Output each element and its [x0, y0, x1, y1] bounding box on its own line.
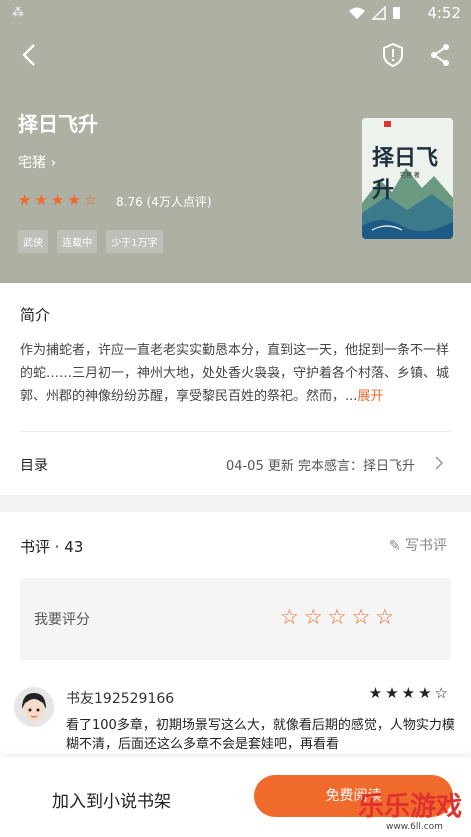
toc-label[interactable]: 目录 — [20, 455, 48, 475]
rating-score: 8.76 — [116, 195, 143, 209]
add-to-shelf-button[interactable]: 加入到小说书架 — [52, 787, 171, 812]
share-icon[interactable] — [428, 42, 452, 68]
book-title: 择日飞升 — [18, 112, 98, 136]
toc-latest-info[interactable]: 04-05 更新 完本感言：择日飞升 — [226, 455, 415, 474]
tag-status[interactable]: 连载中 — [57, 230, 98, 253]
top-nav — [0, 36, 471, 76]
clock: 4:52 — [427, 4, 461, 22]
rate-label: 我要评分 — [34, 612, 90, 628]
write-review-button[interactable]: ✎ 写书评 — [389, 535, 447, 555]
divider — [20, 431, 451, 432]
app-icon: ⁂ — [12, 5, 24, 19]
expand-link[interactable]: 展开 — [357, 389, 383, 404]
rate-stars-input[interactable]: ☆☆☆☆☆ — [280, 605, 399, 629]
rating-count: (4万人点评) — [146, 195, 212, 209]
rating-stars: ★★★★☆ — [18, 191, 101, 209]
signal-icon — [349, 5, 400, 20]
reviews-title: 书评 · 43 — [20, 538, 84, 556]
tag-genre[interactable]: 武侠 — [18, 230, 48, 253]
author-name: 宅猪 — [18, 155, 46, 171]
review-text[interactable]: 看了100多章，初期场景写这么大，就像看后期的感觉，人物实力模糊不清，后面还这么… — [66, 716, 460, 754]
review-stars: ★★★★☆ — [368, 684, 451, 702]
book-cover[interactable]: 择日飞升 宅猪 著 — [362, 118, 453, 239]
back-icon[interactable] — [18, 42, 42, 68]
watermark-logo: 乐乐游戏 — [358, 792, 463, 822]
review-username: 书友192529166 — [66, 691, 175, 707]
tag-length[interactable]: 少于1万字 — [106, 230, 163, 253]
intro-section: 简介 作为捕蛇者，许应一直老老实实勤恳本分，直到这一天，他捉到一条不一样的蛇……… — [0, 283, 471, 495]
tag-list: 武侠 连载中 少于1万字 — [18, 230, 167, 253]
chevron-right-icon[interactable] — [433, 454, 445, 472]
rating-text: 8.76 (4万人点评) — [116, 193, 212, 210]
author-link[interactable]: 宅猪 › — [18, 152, 56, 172]
book-header: ⁂ 4:52 择日飞升 宅猪 › ★★★★☆ 8.76 (4万人点评) 武侠 连… — [0, 0, 471, 283]
write-review-label: 写书评 — [405, 538, 447, 554]
avatar[interactable] — [14, 687, 54, 727]
watermark-url: www.6ll.com — [386, 822, 443, 832]
edit-icon: ✎ — [388, 538, 405, 554]
intro-text: 作为捕蛇者，许应一直老老实实勤恳本分，直到这一天，他捉到一条不一样的蛇……三月初… — [20, 343, 450, 404]
intro-text-block[interactable]: 作为捕蛇者，许应一直老老实实勤恳本分，直到这一天，他捉到一条不一样的蛇……三月初… — [20, 339, 450, 408]
cover-author: 宅猪 著 — [400, 172, 420, 179]
status-bar: ⁂ 4:52 — [0, 0, 471, 28]
chevron-right-icon: › — [50, 155, 57, 171]
rate-box: 我要评分 ☆☆☆☆☆ — [20, 578, 451, 660]
report-shield-icon[interactable] — [381, 42, 405, 68]
intro-heading: 简介 — [20, 306, 51, 324]
